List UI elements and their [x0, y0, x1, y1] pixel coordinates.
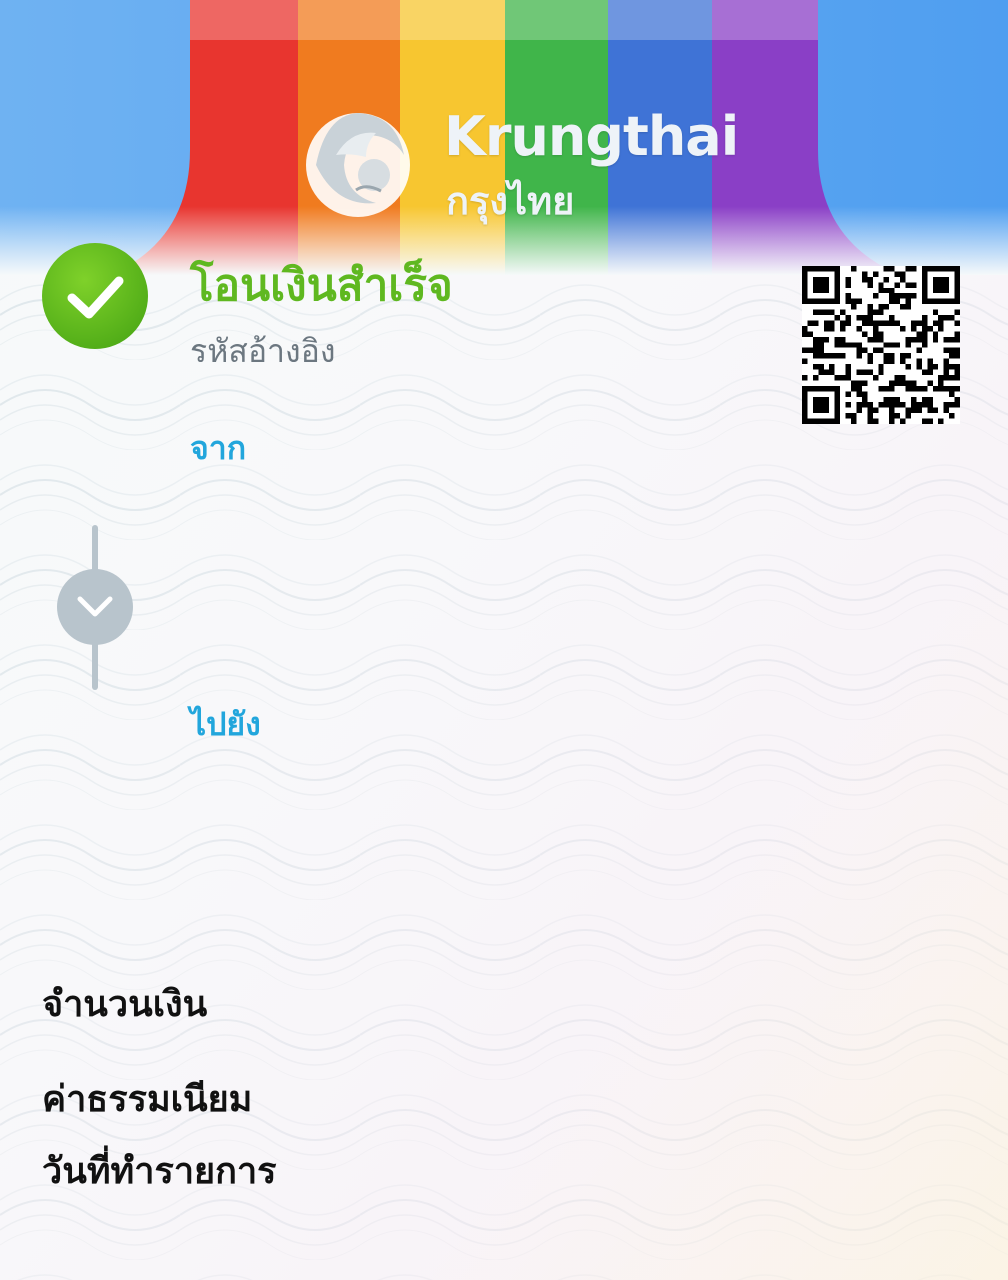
to-label: ไปยัง — [190, 705, 261, 743]
header-banner: Krungthai กรุงไทย — [0, 0, 1008, 275]
brand-name-thai: กรุงไทย — [446, 179, 575, 223]
qr-code-icon[interactable] — [800, 266, 962, 424]
check-circle-icon — [42, 243, 148, 349]
krungthai-bird-logo-icon — [306, 113, 410, 217]
transaction-date-label: วันที่ทำรายการ — [42, 1151, 277, 1192]
krungthai-logo: Krungthai กรุงไทย — [296, 95, 739, 230]
chevron-down-icon — [57, 569, 133, 645]
transfer-connector — [57, 525, 133, 690]
reference-label: รหัสอ้างอิง — [190, 332, 336, 370]
from-label: จาก — [190, 429, 247, 467]
amount-label: จำนวนเงิน — [42, 984, 208, 1025]
page-title: โอนเงินสำเร็จ — [190, 260, 453, 311]
brand-name: Krungthai — [444, 105, 739, 168]
fee-label: ค่าธรรมเนียม — [42, 1079, 253, 1120]
